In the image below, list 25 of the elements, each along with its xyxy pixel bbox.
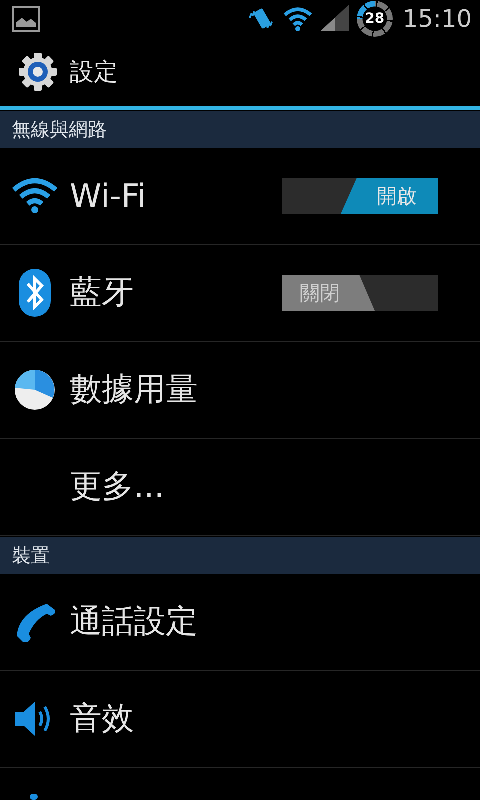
section-title: 無線與網路 bbox=[12, 118, 107, 142]
battery-level: 28 bbox=[356, 1, 393, 37]
pie-chart-icon bbox=[13, 368, 57, 412]
settings-row[interactable]: Wi-Fi 開啟 bbox=[0, 148, 480, 245]
row-label: 通話設定 bbox=[70, 601, 198, 642]
row-label: 藍牙 bbox=[70, 272, 134, 313]
settings-row[interactable]: 藍牙 關閉 bbox=[0, 245, 480, 342]
screen-title: 設定 bbox=[70, 57, 118, 88]
row-label: 音效 bbox=[70, 698, 134, 739]
signal-icon bbox=[320, 5, 349, 33]
switch-label: 開啟 bbox=[377, 183, 417, 210]
row-label: 更多... bbox=[70, 466, 165, 507]
clock: 15:10 bbox=[402, 5, 472, 33]
wifi-icon bbox=[12, 178, 58, 214]
row-label: 數據用量 bbox=[70, 369, 198, 410]
settings-row[interactable]: 通話設定 bbox=[0, 574, 480, 671]
image-icon bbox=[12, 6, 40, 32]
wifi-icon bbox=[282, 6, 313, 32]
row-label: Wi-Fi bbox=[70, 177, 146, 215]
bluetooth-icon bbox=[18, 268, 52, 318]
section-title: 裝置 bbox=[12, 544, 50, 568]
settings-row[interactable]: 音效 bbox=[0, 671, 480, 768]
settings-icon bbox=[18, 52, 58, 92]
settings-row[interactable]: 數據用量 bbox=[0, 342, 480, 439]
switch-label: 關閉 bbox=[300, 280, 340, 307]
